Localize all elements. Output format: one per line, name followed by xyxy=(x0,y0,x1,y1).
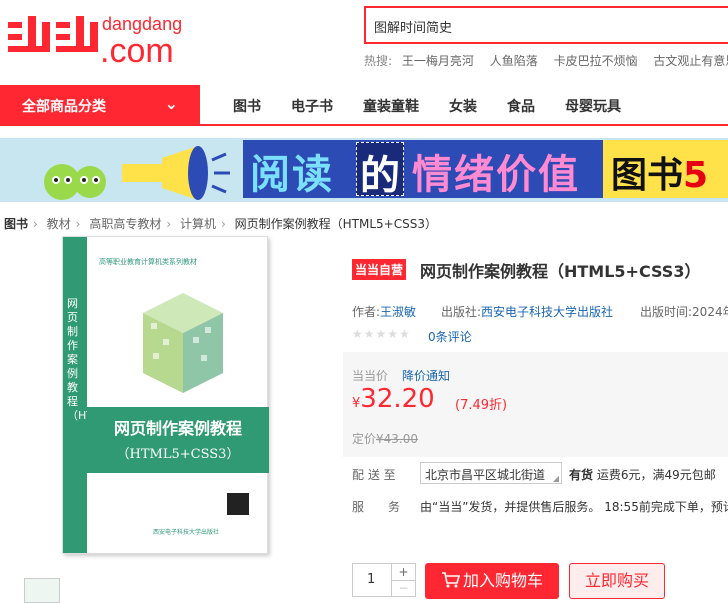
price-value: 32.20 xyxy=(360,384,435,414)
nav-item-books[interactable]: 图书 xyxy=(233,96,261,116)
stock-status: 有货 xyxy=(569,468,594,482)
quantity-stepper[interactable]: 1 + − xyxy=(352,563,416,597)
breadcrumb: 图书 › 教材 › 高职高专教材 › 计算机 › 网页制作案例教程（HTML5+CSS3… xyxy=(4,215,437,232)
breadcrumb-item-current[interactable]: 网页制作案例教程（HTML5+CSS3） xyxy=(235,217,437,231)
discount-rate: (7.49折) xyxy=(455,398,508,413)
book-cover-title: 网页制作案例教程 xyxy=(113,419,242,438)
cube-graphic-icon xyxy=(143,293,223,393)
comments-link[interactable]: 0条评论 xyxy=(428,328,472,345)
book-cover-publisher: 西安电子科技大学出版社 xyxy=(153,529,220,536)
publish-date-label: 出版时间: xyxy=(640,305,693,319)
publish-date-info: 出版时间:2024年 xyxy=(640,303,728,320)
service-info: 由“当当”发货，并提供售后服务。 18:55前完成下单，预计 xyxy=(420,500,728,514)
book-spine-text: 网页制作案例教程（HTML5+CSS3） xyxy=(67,297,164,422)
breadcrumb-separator: › xyxy=(220,217,226,231)
author-link[interactable]: 王淑敏 xyxy=(380,305,416,319)
book-series: 高等职业教育计算机类系列教材 xyxy=(99,258,197,266)
nav-item-ebooks[interactable]: 电子书 xyxy=(291,96,333,116)
book-title-band: 网页制作案例教程 （HTML5+CSS3） xyxy=(87,407,269,473)
original-price-value: ¥43.00 xyxy=(376,432,419,446)
dropdown-corner-icon: ◢ xyxy=(552,474,559,483)
add-to-cart-button[interactable]: 加入购物车 xyxy=(425,563,559,599)
promo-banner[interactable]: 阅读 的 情绪价值 图书5 xyxy=(0,138,728,202)
product-title: 网页制作案例教程（HTML5+CSS3） xyxy=(420,262,701,281)
hot-search-words: 热搜: 王一梅月亮河 人鱼陷落 卡皮巴拉不烦恼 古文观止有意思 xyxy=(364,52,728,69)
banner-text-reading: 阅读 xyxy=(250,152,334,198)
nav-item-food[interactable]: 食品 xyxy=(507,96,535,116)
product-thumbnail[interactable] xyxy=(24,578,60,603)
search-input-value: 图解时间简史 xyxy=(374,21,453,36)
author-label: 作者: xyxy=(352,305,381,319)
svg-text:dangdang: dangdang xyxy=(102,14,182,34)
service-label: 服 务 xyxy=(352,500,401,514)
add-to-cart-label: 加入购物车 xyxy=(462,571,543,590)
nav-item-womens[interactable]: 女装 xyxy=(449,96,477,116)
current-price: ¥32.20 xyxy=(352,384,435,414)
all-categories-button[interactable]: 全部商品分类 ⌄ xyxy=(0,85,200,125)
breadcrumb-separator: › xyxy=(33,217,38,231)
price-label: 当当价 xyxy=(352,369,389,383)
breadcrumb-item[interactable]: 图书 xyxy=(4,217,28,231)
all-categories-label: 全部商品分类 xyxy=(22,99,106,115)
megaphone-mascot-icon xyxy=(44,146,230,200)
hot-word[interactable]: 王一梅月亮河 xyxy=(402,54,474,68)
buy-now-button[interactable]: 立即购买 xyxy=(569,563,665,599)
delivery-label: 配 送 至 xyxy=(352,468,396,482)
qr-code-icon xyxy=(227,493,249,515)
quantity-value[interactable]: 1 xyxy=(367,572,375,587)
publisher-link[interactable]: 西安电子科技大学出版社 xyxy=(481,305,613,319)
decrement-button[interactable]: − xyxy=(391,581,415,597)
book-cover-subtitle: （HTML5+CSS3） xyxy=(116,447,240,462)
rating-stars: ★★★★★ xyxy=(352,327,411,341)
publish-date: 2024年 xyxy=(692,305,728,319)
original-price-label: 定价 xyxy=(352,432,377,446)
nav-item-baby-toys[interactable]: 母婴玩具 xyxy=(565,96,621,116)
search-input[interactable]: 图解时间简史 xyxy=(364,6,728,44)
delivery-address-value: 北京市昌平区城北街道 xyxy=(425,468,546,482)
breadcrumb-separator: › xyxy=(75,217,81,231)
product-image[interactable]: 网页制作案例教程（HTML5+CSS3） 高等职业教育计算机类系列教材 网页制作… xyxy=(62,236,269,554)
breadcrumb-item[interactable]: 计算机 xyxy=(180,217,216,231)
cart-icon xyxy=(441,572,461,588)
buy-now-label: 立即购买 xyxy=(584,571,649,590)
breadcrumb-item[interactable]: 高职高专教材 xyxy=(89,217,161,231)
dangdang-logo[interactable]: dangdang .com xyxy=(6,8,206,68)
increment-button[interactable]: + xyxy=(391,564,415,581)
nav-item-kids-clothing[interactable]: 童装童鞋 xyxy=(363,96,419,116)
original-price: 定价¥43.00 xyxy=(352,430,418,447)
svg-text:.com: .com xyxy=(100,32,174,68)
shipping-fee: 运费6元，满49元包邮 xyxy=(596,468,716,482)
chevron-down-icon: ⌄ xyxy=(164,94,178,113)
delivery-address-select[interactable]: 北京市昌平区城北街道 ◢ xyxy=(420,462,562,484)
hot-word[interactable]: 古文观止有意思 xyxy=(653,54,728,68)
price-drop-notify-link[interactable]: 降价通知 xyxy=(402,367,450,384)
banner-text-books: 图书5 xyxy=(603,140,728,198)
banner-text-de: 的 xyxy=(356,142,404,199)
hot-word[interactable]: 人鱼陷落 xyxy=(490,54,538,68)
nav-divider xyxy=(0,124,728,126)
banner-text-emotion: 情绪价值 xyxy=(412,152,580,198)
publisher-info: 出版社:西安电子科技大学出版社 xyxy=(441,303,613,320)
publisher-label: 出版社: xyxy=(441,305,482,319)
stock-info: 有货 运费6元，满49元包邮 xyxy=(569,466,716,483)
self-operated-badge: 当当自营 xyxy=(352,259,407,280)
breadcrumb-item[interactable]: 教材 xyxy=(47,217,71,231)
hot-word[interactable]: 卡皮巴拉不烦恼 xyxy=(554,54,638,68)
hot-search-label: 热搜: xyxy=(364,54,393,68)
breadcrumb-separator: › xyxy=(166,217,172,231)
author-info: 作者:王淑敏 xyxy=(352,303,416,320)
